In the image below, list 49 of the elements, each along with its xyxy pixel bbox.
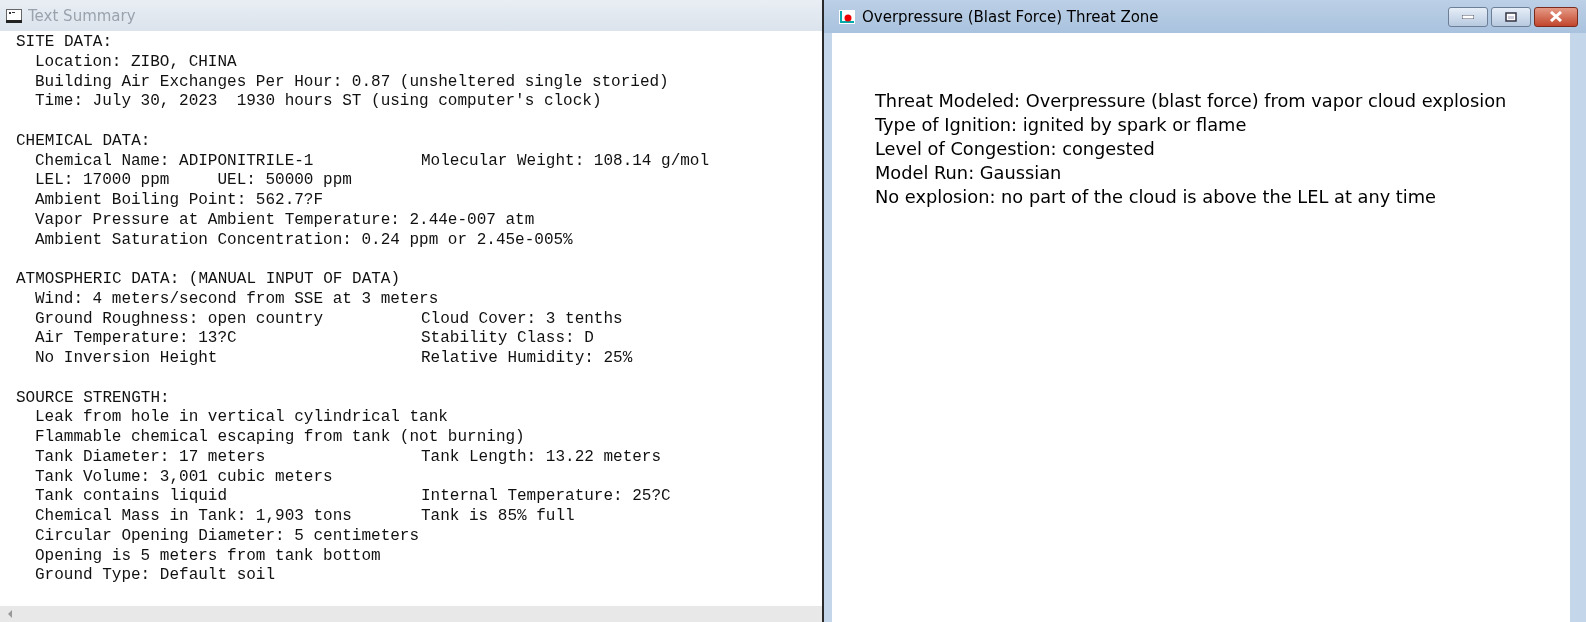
threat-info-line: Type of Ignition: ignited by spark or flame — [875, 113, 1248, 137]
summary-line: Chemical Mass in Tank: 1,903 tons — [35, 507, 353, 527]
summary-line: Flammable chemical escaping from tank (not burning) — [35, 428, 525, 448]
scroll-left-icon[interactable] — [6, 608, 14, 619]
chart-icon — [838, 8, 856, 25]
summary-line: Time: July 30, 2023 1930 hours ST (using computer's clock) — [35, 92, 602, 113]
summary-line: LEL: 17000 ppm UEL: 50000 ppm — [35, 171, 353, 192]
summary-line: Chemical Name: ADIPONITRILE-1 — [35, 151, 315, 172]
summary-line: No Inversion Height — [35, 349, 219, 369]
summary-line: Internal Temperature: 25?C — [421, 487, 671, 508]
summary-line: Tank contains liquid — [35, 487, 229, 508]
maximize-icon — [1505, 11, 1517, 22]
threat-info-line: Level of Congestion: congested — [875, 137, 1156, 161]
summary-line: Ambient Boiling Point: 562.7?F — [35, 191, 325, 211]
maximize-button[interactable] — [1491, 6, 1531, 27]
minimize-icon — [1462, 14, 1474, 19]
threat-info-line: Threat Modeled: Overpressure (blast force) from vapor cloud explosion — [875, 89, 1508, 113]
threat-info-line: No explosion: no part of the cloud is above the LEL at any time — [875, 185, 1438, 209]
summary-line: Tank Diameter: 17 meters — [35, 447, 267, 468]
summary-line: Opening is 5 meters from tank bottom — [35, 546, 382, 567]
window-title: Overpressure (Blast Force) Threat Zone — [862, 7, 1159, 26]
section-heading: ATMOSPHERIC DATA: (MANUAL INPUT OF DATA) — [16, 270, 402, 290]
window-app-icon — [6, 8, 22, 23]
summary-line: Relative Humidity: 25% — [421, 349, 633, 369]
summary-line: Wind: 4 meters/second from SSE at 3 meters — [35, 289, 439, 310]
summary-line: Vapor Pressure at Ambient Temperature: 2.44e-007 atm — [35, 210, 535, 231]
section-heading: CHEMICAL DATA: — [16, 131, 152, 152]
threat-info-line: Model Run: Gaussian — [875, 161, 1063, 185]
summary-line: Building Air Exchanges Per Hour: 0.87 (unsheltered single storied) — [35, 72, 669, 93]
summary-line: Location: ZIBO, CHINA — [35, 52, 238, 73]
close-icon — [1549, 11, 1563, 22]
summary-line: Ground Type: Default soil — [35, 566, 277, 587]
summary-line: Tank Length: 13.22 meters — [421, 447, 662, 468]
summary-line: Tank is 85% full — [421, 507, 575, 527]
summary-line: Molecular Weight: 108.14 g/mol — [421, 151, 710, 172]
summary-line: Ambient Saturation Concentration: 0.24 ppm or 2.45e-005% — [35, 230, 573, 251]
minimize-button[interactable] — [1448, 6, 1488, 27]
horizontal-scrollbar[interactable] — [0, 605, 822, 622]
summary-line: Circular Opening Diameter: 5 centimeters — [35, 526, 421, 547]
summary-line: Leak from hole in vertical cylindrical tank — [35, 408, 448, 429]
close-button[interactable] — [1534, 6, 1578, 27]
window-title: Text Summary — [28, 6, 136, 25]
summary-line: Tank Volume: 3,001 cubic meters — [35, 467, 334, 488]
summary-line: Cloud Cover: 3 tenths — [421, 309, 623, 330]
summary-line: Ground Roughness: open country — [35, 309, 325, 330]
section-heading: SITE DATA: — [16, 33, 113, 53]
summary-line: Stability Class: D — [421, 329, 594, 350]
section-heading: SOURCE STRENGTH: — [16, 388, 171, 409]
summary-line: Air Temperature: 13?C — [35, 329, 238, 350]
